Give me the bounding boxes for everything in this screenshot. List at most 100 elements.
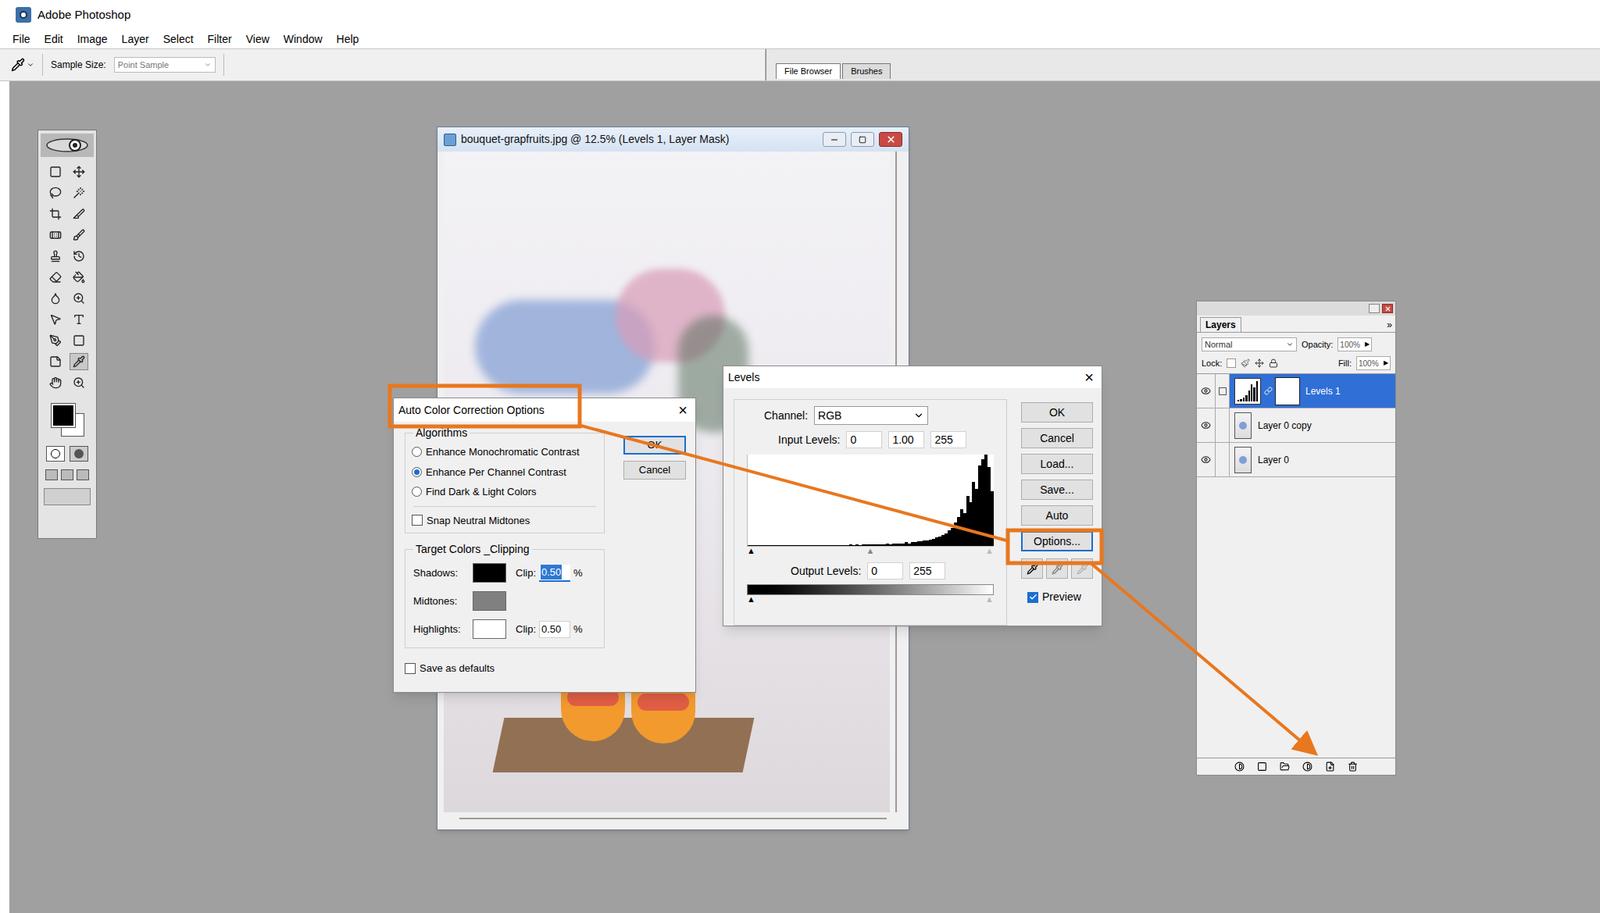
jump-button[interactable] [43,488,91,506]
delete-layer-icon[interactable] [1347,761,1358,772]
eyedropper-button[interactable] [1071,558,1093,579]
midtone-slider[interactable]: ▲ [866,546,875,556]
menu-item[interactable]: Layer [121,31,150,48]
snap-option[interactable]: Snap Neutral Midtones [411,513,598,529]
close-button[interactable] [878,132,903,147]
adjustment-layer-icon[interactable] [1302,761,1313,772]
auto-color-dialog[interactable]: Auto Color Correction Options×Algorithms… [392,397,697,693]
tool-button[interactable] [69,184,89,202]
levels-dialog[interactable]: Levels×Channel:RGBInput Levels:01.00255▲… [722,365,1103,627]
tool-button[interactable] [69,247,89,265]
palette-tab[interactable]: Brushes [842,63,891,79]
white-point-slider[interactable]: ▲ [985,546,994,556]
tool-button[interactable] [46,226,65,244]
panel-close-button[interactable] [1382,303,1393,314]
panel-menu-button[interactable]: » [1386,317,1393,333]
fill-field[interactable]: 100%▶ [1356,356,1391,371]
lock-all-icon[interactable] [1268,358,1279,368]
output-white-slider[interactable]: ▲ [985,595,994,604]
tool-button[interactable] [69,289,89,308]
lock-pixels-icon[interactable] [1240,358,1250,368]
checkbox[interactable] [1027,592,1039,604]
tool-button[interactable] [46,332,65,350]
tool-button[interactable] [46,353,65,371]
screen-mode-button[interactable] [76,469,90,481]
auto-color-button[interactable]: Cancel [623,460,686,480]
lock-transparency-button[interactable] [1226,358,1236,368]
output-black-slider[interactable]: ▲ [746,595,756,604]
menu-item[interactable]: Image [77,31,108,48]
input-sliders[interactable]: ▲ ▲ ▲ [746,546,994,557]
radio[interactable] [411,467,422,478]
save-defaults-option[interactable]: Save as defaults [404,660,605,677]
screen-mode-button[interactable] [60,469,74,481]
minimize-button[interactable] [822,132,847,147]
layer-style-icon[interactable] [1234,761,1245,772]
layer-link-cell[interactable] [1215,374,1230,408]
checkbox[interactable] [411,514,423,526]
tool-button[interactable] [46,374,65,392]
tool-button[interactable] [46,184,65,202]
layer-link-cell[interactable] [1215,408,1230,443]
radio[interactable] [411,486,422,497]
auto-color-button[interactable]: OK [623,435,686,455]
panel-minimize-button[interactable] [1368,303,1380,314]
layer-link-cell[interactable] [1215,442,1230,477]
menu-item[interactable]: Edit [44,31,64,48]
output-sliders[interactable]: ▲▲ [746,595,994,605]
tool-button[interactable] [69,374,89,392]
toolbox[interactable] [37,129,97,540]
layers-tab[interactable]: Layers [1200,317,1242,333]
panel-title-strip[interactable] [1196,301,1396,316]
tool-button[interactable] [69,205,89,223]
menu-item[interactable]: Window [283,31,323,48]
levels-title-bar[interactable]: Levels× [723,366,1102,389]
tool-button[interactable] [69,310,89,329]
eyedropper-button[interactable] [1046,558,1068,579]
auto-color-close-button[interactable]: × [678,402,688,418]
menu-item[interactable]: Filter [207,31,233,48]
eyedropper-button[interactable] [1021,558,1043,579]
visibility-toggle[interactable] [1196,374,1216,408]
clip-field[interactable]: 0.50 [539,564,571,583]
clip-field[interactable]: 0.50 [539,621,571,639]
quickmask-mode-button[interactable] [69,446,89,462]
levels-close-button[interactable]: × [1081,369,1097,386]
output-level-field[interactable]: 255 [909,562,946,580]
mask-link-icon[interactable] [1264,386,1273,396]
black-point-slider[interactable]: ▲ [746,546,756,556]
horizontal-scrollbar[interactable] [443,812,903,825]
menu-item[interactable]: Help [336,31,360,48]
app-title-bar[interactable]: Adobe Photoshop [0,0,1600,30]
auto-color-title-bar[interactable]: Auto Color Correction Options× [393,398,696,422]
palette-tab[interactable]: File Browser [775,63,841,79]
tool-button[interactable] [69,226,89,244]
target-swatch[interactable] [472,619,507,640]
tool-button[interactable] [69,163,89,181]
tool-button[interactable] [69,332,89,350]
channel-select[interactable]: RGB [814,406,929,425]
levels-button[interactable]: Load... [1021,453,1093,475]
target-swatch[interactable] [472,563,507,583]
checkbox[interactable] [404,663,416,675]
radio[interactable] [411,446,422,458]
target-swatch[interactable] [472,591,507,611]
new-group-icon[interactable] [1279,761,1290,772]
visibility-toggle[interactable] [1196,408,1216,443]
layer-row[interactable]: Layer 0 copy [1196,408,1396,443]
input-level-field[interactable]: 1.00 [888,431,925,449]
tool-button[interactable] [46,163,65,181]
visibility-toggle[interactable] [1196,442,1216,477]
algorithm-option[interactable]: Enhance Monochromatic Contrast [411,444,598,461]
layers-panel[interactable]: Layers»NormalOpacity:100%▶Lock:Fill:100%… [1196,300,1397,776]
levels-button[interactable]: Cancel [1021,428,1093,449]
foreground-color[interactable] [51,403,75,428]
color-swatches[interactable] [48,400,86,437]
tool-button[interactable] [46,247,65,265]
lock-position-icon[interactable] [1254,358,1265,368]
blend-mode-select[interactable]: Normal [1201,337,1297,352]
levels-button[interactable]: Options... [1021,531,1093,552]
screen-mode-button[interactable] [45,469,58,481]
levels-button[interactable]: OK [1021,402,1093,423]
sample-size-select[interactable]: Point Sample [114,57,216,73]
